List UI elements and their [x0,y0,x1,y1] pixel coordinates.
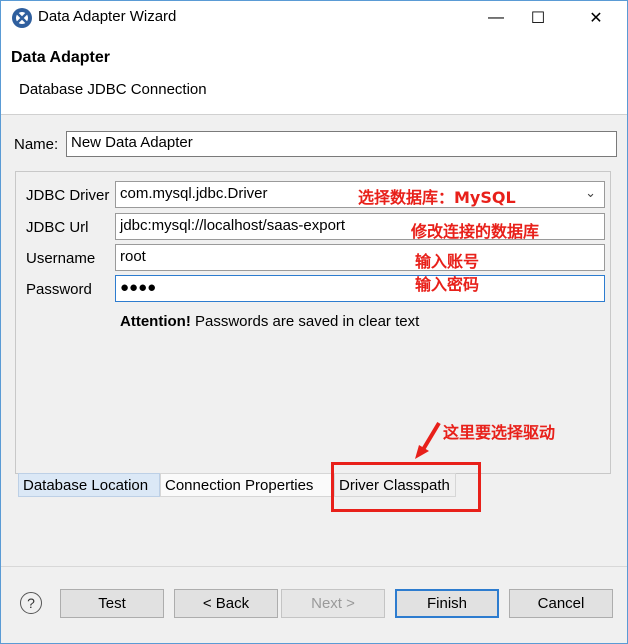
username-input[interactable]: root [115,244,605,271]
username-label: Username [26,250,96,267]
annotation-arrow-icon [415,421,441,459]
cancel-button[interactable]: Cancel [509,589,613,618]
annotation-password: 输入密码 [415,275,480,294]
window-title: Data Adapter Wizard [38,8,177,25]
tab-connection-properties[interactable]: Connection Properties [160,473,332,497]
finish-button[interactable]: Finish [395,589,499,618]
attention-text: Passwords are saved in clear text [190,313,420,330]
next-button[interactable]: Next > [281,589,385,618]
password-input[interactable]: ●●●● [115,275,605,302]
button-bar-divider [1,566,627,567]
jdbc-driver-value: com.mysql.jdbc.Driver [120,185,268,202]
dialog-window: Data Adapter Wizard — ☐ ✕ Data Adapter D… [0,0,628,644]
tab-database-location[interactable]: Database Location [18,473,160,497]
banner-description: Database JDBC Connection [19,81,207,98]
back-button[interactable]: < Back [174,589,278,618]
help-icon[interactable]: ? [20,592,42,614]
wizard-banner: Data Adapter Database JDBC Connection [1,35,627,115]
chevron-down-icon[interactable]: ⌄ [585,185,596,201]
name-input[interactable]: New Data Adapter [66,131,617,157]
annotation-driver-classpath: 这里要选择驱动 [443,423,556,442]
maximize-button[interactable]: ☐ [515,1,561,35]
title-bar[interactable]: Data Adapter Wizard — ☐ ✕ [1,1,627,35]
annotation-driver: 选择数据库：MySQL [358,188,516,207]
attention-note: Attention! Passwords are saved in clear … [120,313,419,330]
password-label: Password [26,281,92,298]
name-label: Name: [14,136,59,153]
minimize-button[interactable]: — [473,1,519,35]
banner-title: Data Adapter [11,49,110,66]
jdbc-url-label: JDBC Url [26,219,89,236]
annotation-url: 修改连接的数据库 [411,222,540,241]
annotation-username: 输入账号 [415,252,480,271]
annotation-highlight-box [331,462,481,512]
close-button[interactable]: ✕ [573,1,619,35]
attention-bold: Attention! [120,313,191,330]
jdbc-driver-label: JDBC Driver [26,187,110,204]
eclipse-app-icon [12,8,32,28]
test-button[interactable]: Test [60,589,164,618]
